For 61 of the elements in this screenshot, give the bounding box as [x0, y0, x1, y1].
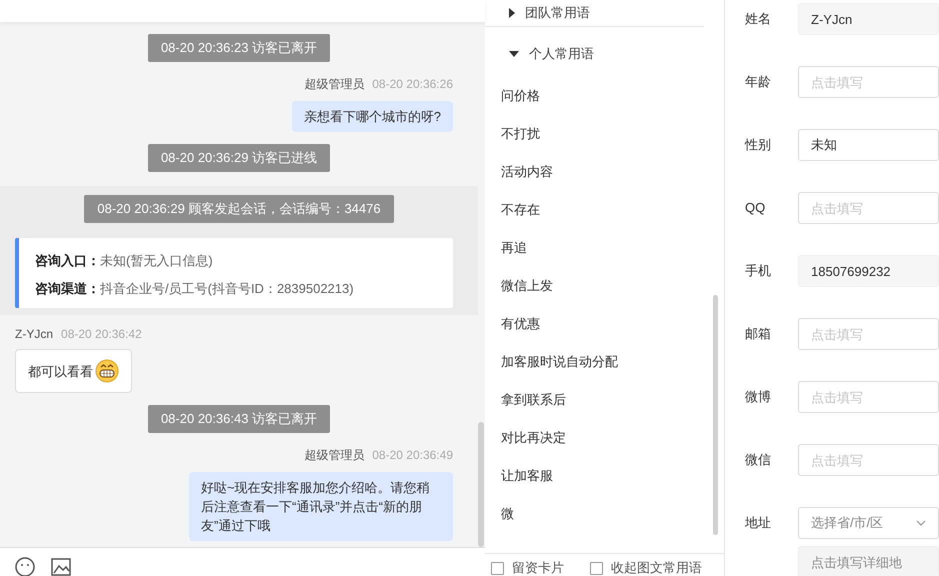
- info-label: 咨询入口：: [35, 253, 100, 268]
- checkbox[interactable]: [491, 562, 504, 574]
- scrollbar-thumb[interactable]: [713, 295, 718, 535]
- message-time: 08-20 20:36:42: [61, 327, 142, 341]
- field-label: 微信: [745, 451, 772, 469]
- checkbox-label: 留资卡片: [512, 559, 564, 576]
- field-label: 年龄: [745, 73, 772, 91]
- input-field[interactable]: 点击填写: [798, 192, 939, 224]
- field-label: 性别: [745, 136, 772, 154]
- chevron-down-icon: [916, 520, 926, 526]
- system-notice: 08-20 20:36:43 访客已离开: [148, 405, 330, 433]
- phrase-item[interactable]: 有优惠: [501, 309, 710, 347]
- phrase-item[interactable]: 加客服时说自动分配: [501, 347, 710, 385]
- phrase-item[interactable]: 微信上发: [501, 271, 710, 309]
- phrase-group[interactable]: 团队常用语: [501, 0, 704, 26]
- input-field[interactable]: 点击填写: [798, 381, 939, 413]
- region-select[interactable]: 选择省/市/区: [798, 507, 939, 539]
- field-label: 微博: [745, 388, 772, 406]
- field-label: 邮箱: [745, 325, 772, 343]
- system-notice: 08-20 20:36:29 访客已进线: [148, 144, 330, 172]
- phrase-item[interactable]: 不打扰: [501, 119, 710, 157]
- phrase-item[interactable]: 再追: [501, 233, 710, 271]
- field-label: 姓名: [745, 10, 772, 28]
- message-time: 08-20 20:36:26: [372, 77, 453, 91]
- scrollbar-thumb[interactable]: [478, 422, 484, 547]
- input-field[interactable]: 未知: [798, 129, 939, 161]
- message-time: 08-20 20:36:49: [372, 448, 453, 462]
- field-label: QQ: [745, 199, 766, 217]
- input-field[interactable]: 点击填写: [798, 318, 939, 350]
- input-field[interactable]: 点击填写详细地: [798, 546, 939, 576]
- message-text: 好哒~现在安排客服加您介绍哈。请您稍后注意查看一下“通讯录”并点击“新的朋友”通过下哦: [201, 479, 431, 535]
- phrase-item[interactable]: 不存在: [501, 195, 710, 233]
- caret-icon: [509, 8, 515, 18]
- system-notice: 08-20 20:36:29 顾客发起会话，会话编号：34476: [84, 195, 394, 223]
- input-field[interactable]: 点击填写: [798, 444, 939, 476]
- phrase-item[interactable]: 活动内容: [501, 157, 710, 195]
- phrase-item[interactable]: 微: [501, 499, 710, 537]
- info-value: 抖音企业号/员工号(抖音号ID：2839502213): [100, 281, 354, 296]
- field-label: 手机: [745, 262, 772, 280]
- message-text: 亲想看下哪个城市的呀?: [304, 108, 441, 126]
- info-label: 咨询渠道：: [35, 281, 100, 296]
- sender-name: 超级管理员: [304, 77, 364, 91]
- sender-name: Z-YJcn: [15, 327, 54, 341]
- image-icon[interactable]: [50, 556, 72, 576]
- phrase-item[interactable]: 对比再决定: [501, 423, 710, 461]
- input-field[interactable]: Z-YJcn: [798, 3, 939, 35]
- input-field[interactable]: 18507699232: [798, 255, 939, 287]
- sender-name: 超级管理员: [304, 448, 364, 462]
- phrase-item[interactable]: 让加客服: [501, 461, 710, 499]
- phrase-item[interactable]: 拿到联系后: [501, 385, 710, 423]
- caret-icon: [509, 51, 519, 57]
- field-label: 地址: [745, 514, 772, 532]
- phrase-group[interactable]: 个人常用语: [501, 27, 710, 81]
- message-text: 都可以看看: [28, 362, 93, 380]
- emoji-icon[interactable]: [14, 556, 36, 576]
- input-field[interactable]: 点击填写: [798, 66, 939, 98]
- phrase-item[interactable]: 问价格: [501, 81, 710, 119]
- checkbox[interactable]: [590, 562, 603, 574]
- info-value: 未知(暂无入口信息): [100, 253, 213, 268]
- checkbox-label: 收起图文常用语: [611, 559, 702, 576]
- system-notice: 08-20 20:36:23 访客已离开: [148, 34, 330, 62]
